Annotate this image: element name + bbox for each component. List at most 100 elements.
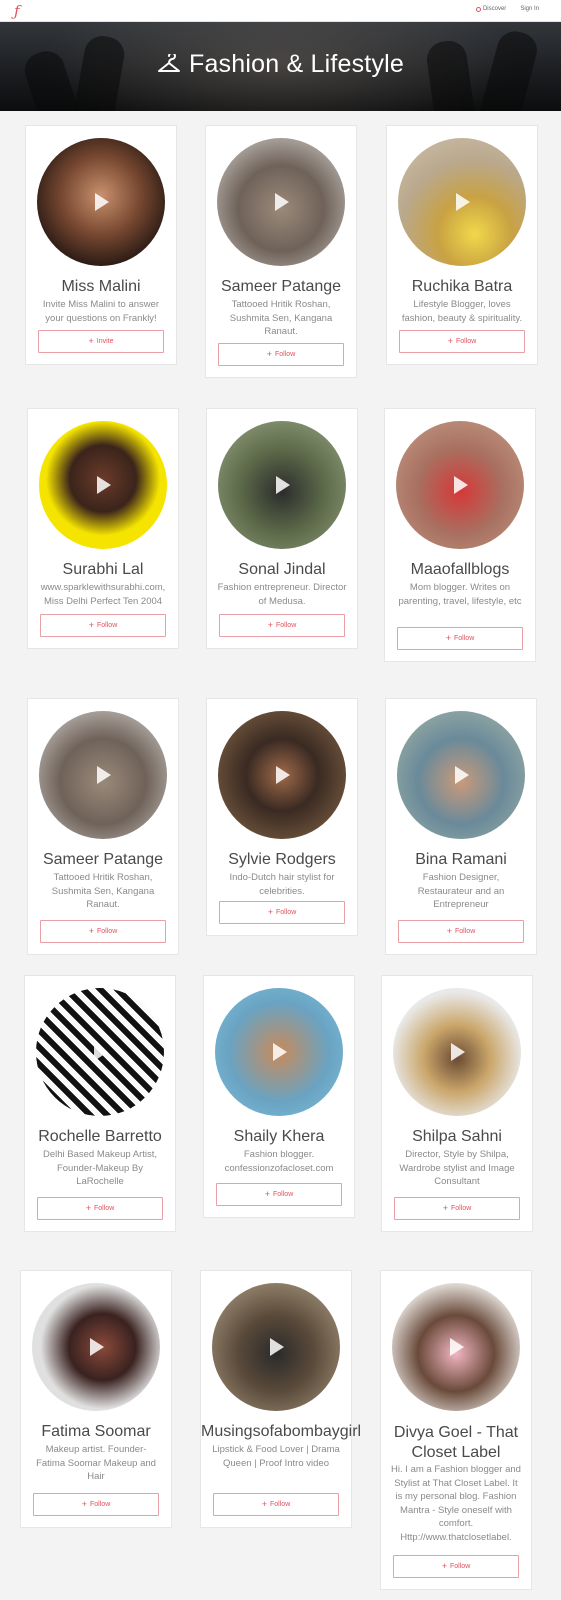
play-icon[interactable] [275, 193, 289, 211]
profile-avatar[interactable] [37, 138, 165, 266]
invite-button[interactable]: + Invite [38, 330, 164, 353]
follow-button[interactable]: + Follow [394, 1197, 520, 1220]
button-label: Follow [97, 928, 118, 935]
play-icon[interactable] [450, 1338, 464, 1356]
button-label: Follow [270, 1501, 291, 1508]
profile-avatar[interactable] [393, 988, 521, 1116]
follow-button[interactable]: + Follow [37, 1197, 163, 1220]
play-icon[interactable] [276, 766, 290, 784]
profile-name[interactable]: Divya Goel - That Closet Label [389, 1423, 523, 1463]
profile-avatar[interactable] [36, 988, 164, 1116]
play-icon[interactable] [273, 1043, 287, 1061]
profile-avatar[interactable] [215, 988, 343, 1116]
page-title-text: Fashion & Lifestyle [188, 50, 405, 78]
profile-bio: Mom blogger. Writes on parenting, travel… [398, 582, 522, 607]
profile-name[interactable]: Sameer Patange [206, 278, 356, 296]
profile-name[interactable]: Bina Ramani [386, 851, 536, 869]
follow-button[interactable]: + Follow [397, 627, 523, 650]
profile-avatar[interactable] [39, 711, 167, 839]
profile-card[interactable]: Ruchika Batra Lifestyle Blogger, loves fa… [386, 125, 538, 365]
profile-name[interactable]: Maaofallblogs [385, 561, 535, 579]
profile-card[interactable]: Sameer Patange Tattooed Hritik Roshan, Su… [205, 125, 357, 378]
follow-button[interactable]: + Follow [33, 1493, 159, 1516]
plus-icon: + [261, 1499, 268, 1509]
profile-name[interactable]: Ruchika Batra [387, 278, 537, 296]
play-icon[interactable] [456, 193, 470, 211]
profile-avatar[interactable] [397, 711, 525, 839]
top-bar: ƒ Discover Sign In [0, 0, 561, 22]
profile-avatar[interactable] [392, 1283, 520, 1411]
follow-button[interactable]: + Follow [216, 1183, 342, 1206]
play-icon[interactable] [94, 1043, 108, 1061]
button-label: Follow [94, 1205, 115, 1212]
profile-bio: Indo-Dutch hair stylist for celebrities. [229, 872, 335, 897]
profile-name[interactable]: Shilpa Sahni [382, 1128, 532, 1146]
profile-card[interactable]: Fatima Soomar Makeup artist. Founder- Fat… [20, 1270, 172, 1528]
profile-avatar[interactable] [39, 421, 167, 549]
profile-bio: Hi. I am a Fashion blogger and Stylist a… [391, 1464, 521, 1543]
follow-button[interactable]: + Follow [399, 330, 525, 353]
play-icon[interactable] [455, 766, 469, 784]
profile-name[interactable]: Shaily Khera [204, 1128, 354, 1146]
discover-link[interactable]: Discover [475, 6, 506, 12]
profile-card[interactable]: Shaily Khera Fashion blogger. confessionz… [203, 975, 355, 1218]
profile-name[interactable]: Rochelle Barretto [25, 1128, 175, 1146]
play-icon[interactable] [97, 476, 111, 494]
profile-name[interactable]: Sylvie Rodgers [207, 851, 357, 869]
page-title: Fashion & Lifestyle [0, 50, 561, 79]
profile-card[interactable]: Divya Goel - That Closet Label Hi. I am a… [380, 1270, 532, 1590]
profile-avatar[interactable] [32, 1283, 160, 1411]
play-icon[interactable] [276, 476, 290, 494]
profile-bio: Lipstick & Food Lover | Drama Queen | Pr… [212, 1444, 340, 1469]
frankly-logo[interactable]: ƒ [14, 2, 30, 20]
profile-name[interactable]: Sonal Jindal [207, 561, 357, 579]
profile-card[interactable]: Miss Malini Invite Miss Malini to answer … [25, 125, 177, 365]
plus-icon: + [267, 620, 274, 630]
follow-button[interactable]: + Follow [219, 901, 345, 924]
profile-card[interactable]: Sylvie Rodgers Indo-Dutch hair stylist fo… [206, 698, 358, 936]
profile-name[interactable]: Fatima Soomar [21, 1423, 171, 1441]
play-icon[interactable] [95, 193, 109, 211]
profile-bio: Delhi Based Makeup Artist, Founder-Makeu… [42, 1149, 158, 1187]
profile-avatar[interactable] [398, 138, 526, 266]
profile-card[interactable]: Shilpa Sahni Director, Style by Shilpa, W… [381, 975, 533, 1232]
play-icon[interactable] [451, 1043, 465, 1061]
profile-card[interactable]: Maaofallblogs Mom blogger. Writes on pare… [384, 408, 536, 662]
button-label: Follow [454, 635, 475, 642]
profile-card[interactable]: Sonal Jindal Fashion entrepreneur. Direct… [206, 408, 358, 649]
button-label: Invite [96, 338, 114, 345]
follow-button[interactable]: + Follow [40, 614, 166, 637]
plus-icon: + [88, 336, 94, 346]
play-icon[interactable] [270, 1338, 284, 1356]
profile-avatar[interactable] [218, 421, 346, 549]
button-label: Follow [455, 928, 476, 935]
profile-card[interactable]: Musingsofabombaygirl Lipstick & Food Love… [200, 1270, 361, 1528]
hanger-icon [157, 54, 180, 72]
profile-bio: www.sparklewithsurabhi.com, Miss Delhi P… [40, 582, 166, 607]
follow-button[interactable]: + Follow [393, 1555, 519, 1578]
profile-bio: Makeup artist. Founder- Fatima Soomar Ma… [36, 1444, 156, 1482]
follow-button[interactable]: + Follow [219, 614, 345, 637]
play-icon[interactable] [90, 1338, 104, 1356]
profile-name[interactable]: Musingsofabombaygirl [201, 1423, 361, 1441]
profile-card[interactable]: Rochelle Barretto Delhi Based Makeup Arti… [24, 975, 176, 1232]
profile-name[interactable]: Surabhi Lal [28, 561, 178, 579]
plus-icon: + [441, 1561, 448, 1571]
play-icon[interactable] [97, 766, 111, 784]
profile-card[interactable]: Surabhi Lal www.sparklewithsurabhi.com, M… [27, 408, 179, 649]
profile-avatar[interactable] [212, 1283, 340, 1411]
profile-avatar[interactable] [217, 138, 345, 266]
profile-card[interactable]: Bina Ramani Fashion Designer, Restaurateu… [385, 698, 537, 955]
play-icon[interactable] [454, 476, 468, 494]
profile-name[interactable]: Sameer Patange [28, 851, 178, 869]
plus-icon: + [446, 926, 453, 936]
profile-name[interactable]: Miss Malini [26, 278, 176, 296]
profile-avatar[interactable] [218, 711, 346, 839]
follow-button[interactable]: + Follow [218, 343, 344, 366]
follow-button[interactable]: + Follow [213, 1493, 339, 1516]
profile-avatar[interactable] [396, 421, 524, 549]
profile-card[interactable]: Sameer Patange Tattooed Hritik Roshan, Su… [27, 698, 179, 955]
follow-button[interactable]: + Follow [40, 920, 166, 943]
sign-in-link[interactable]: Sign In [520, 6, 539, 12]
follow-button[interactable]: + Follow [398, 920, 524, 943]
